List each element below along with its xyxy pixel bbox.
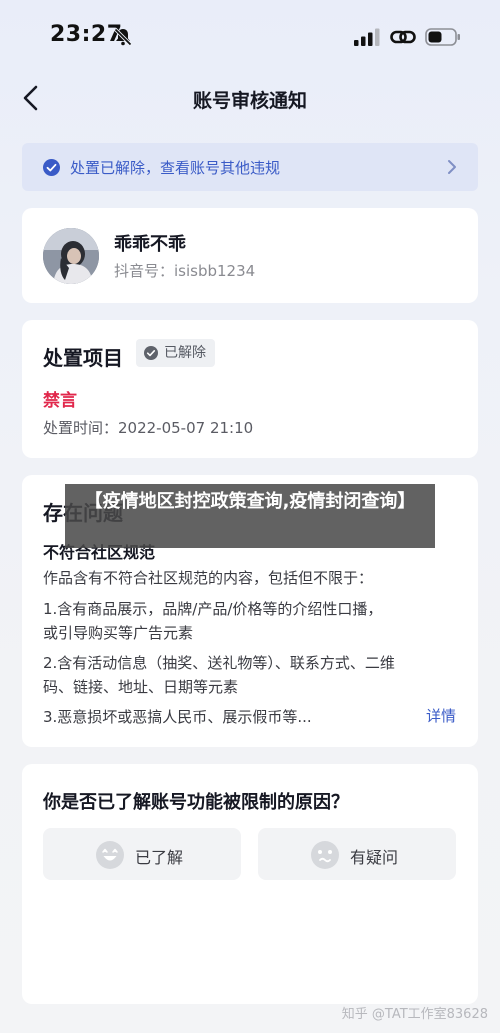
action-title: 处置项目 <box>43 346 123 370</box>
page-title: 账号审核通知 <box>192 90 307 112</box>
nav-bar: 账号审核通知 <box>0 74 500 120</box>
problem-line: 作品含有不符合社区规范的内容，包括但不限于： <box>43 569 374 587</box>
notice-text: 处置已解除，查看账号其他违规 <box>70 159 281 177</box>
violation-notice-banner[interactable]: 处置已解除，查看账号其他违规 <box>22 143 478 191</box>
problem-line: 1.含有商品展示，品牌/产品/价格等的介绍性口播， <box>43 600 383 618</box>
ban-type: 禁言 <box>43 391 77 411</box>
chevron-right-icon <box>448 160 456 174</box>
battery-icon <box>425 28 460 46</box>
problem-line: 2.含有活动信息（抽奖、送礼物等）、联系方式、二维 <box>43 654 395 672</box>
reason-card: 你是否已了解账号功能被限制的原因？ 已了解 有疑问 <box>22 764 478 1004</box>
avatar <box>43 228 99 284</box>
feedback-question: 你是否已了解账号功能被限制的原因？ <box>43 792 349 813</box>
watermark: 知乎 @TAT工作室83628 <box>341 1007 488 1022</box>
user-card: 乖乖不乖 抖音号：isisbb1234 <box>22 208 478 303</box>
understood-button[interactable]: 已了解 <box>43 828 241 880</box>
detail-link[interactable]: 详情 <box>426 705 456 726</box>
user-id: 抖音号：isisbb1234 <box>114 262 256 280</box>
problem-line: 或引导购买等广告元素 <box>43 624 194 642</box>
overlay-caption: 【疫情地区封控政策查询,疫情封闭查询】 <box>65 484 435 548</box>
status-badge: 已解除 <box>136 339 215 367</box>
understood-label: 已了解 <box>135 848 184 867</box>
action-time: 处置时间：2022-05-07 21:10 <box>43 419 254 437</box>
link-icon <box>390 30 416 44</box>
status-time: 23:27 <box>50 22 123 47</box>
status-badge-label: 已解除 <box>164 345 206 361</box>
problem-line: 码、链接、地址、日期等元素 <box>43 678 239 696</box>
bell-slash-icon <box>113 27 133 47</box>
have-question-button[interactable]: 有疑问 <box>258 828 456 880</box>
signal-icon <box>354 28 380 46</box>
username: 乖乖不乖 <box>114 234 186 255</box>
status-bar: 23:27 <box>0 0 500 74</box>
problem-line: 3.恶意损坏或恶搞人民币、展示假币等... <box>43 708 312 726</box>
happy-face-icon <box>96 841 124 869</box>
confused-face-icon <box>311 841 339 869</box>
action-card: 处置项目 已解除 禁言 处置时间：2022-05-07 21:10 <box>22 320 478 458</box>
have-question-label: 有疑问 <box>350 848 399 867</box>
check-circle-icon <box>43 159 60 176</box>
check-circle-icon <box>144 346 158 360</box>
